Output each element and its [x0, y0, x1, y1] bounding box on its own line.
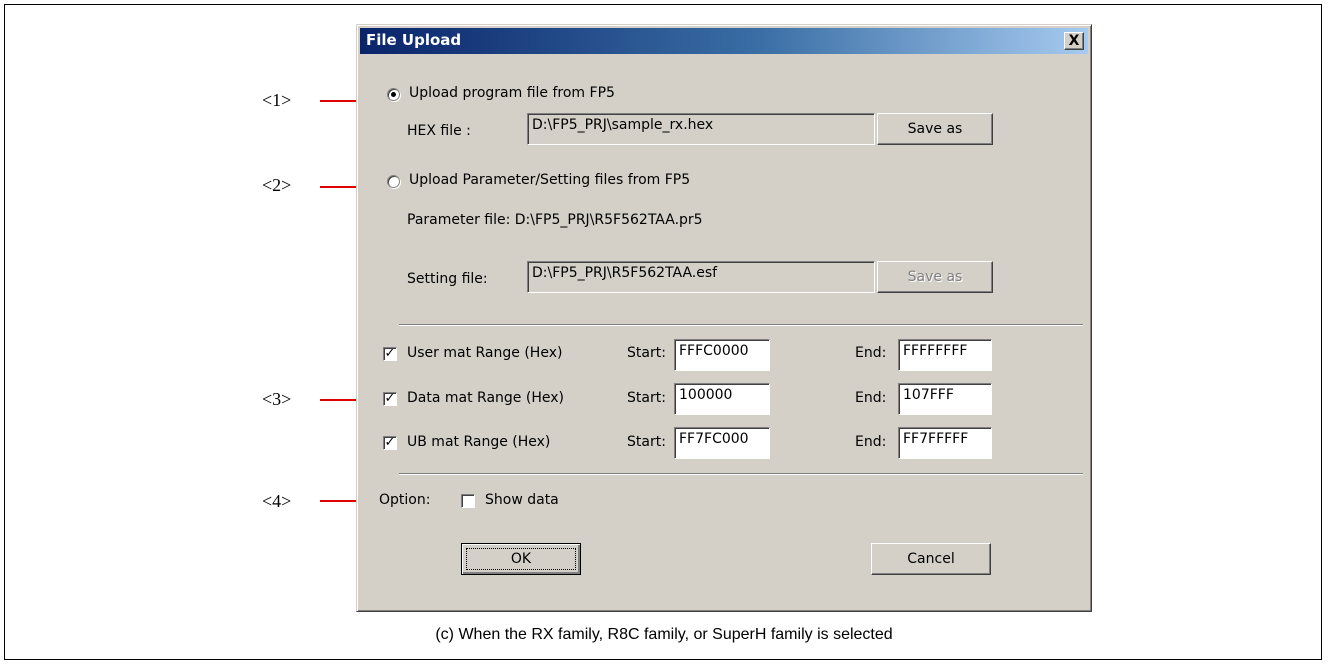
cancel-button[interactable]: Cancel [871, 543, 991, 575]
data-mat-start-label: Start: [627, 390, 666, 406]
setting-save-as-button[interactable]: Save as [877, 261, 993, 293]
ub-mat-start-label: Start: [627, 434, 666, 450]
separator-top [399, 324, 1083, 326]
user-mat-end-label: End: [855, 345, 887, 361]
ub-mat-end-label: End: [855, 434, 887, 450]
upload-params-label[interactable]: Upload Parameter/Setting files from FP5 [409, 172, 690, 188]
hex-file-field[interactable]: D:\FP5_PRJ\sample_rx.hex [527, 113, 875, 145]
setting-file-field[interactable]: D:\FP5_PRJ\R5F562TAA.esf [527, 261, 875, 293]
user-mat-end-input[interactable]: FFFFFFFF [898, 339, 992, 371]
dialog-titlebar[interactable]: File Upload X [360, 28, 1088, 54]
ok-button[interactable]: OK [461, 543, 581, 575]
ub-mat-checkbox[interactable]: ✓ [383, 436, 397, 450]
data-mat-end-input[interactable]: 107FFF [898, 383, 992, 415]
callout-2: <2> [262, 175, 292, 195]
data-mat-checkbox[interactable]: ✓ [383, 392, 397, 406]
ub-mat-end-input[interactable]: FF7FFFFF [898, 427, 992, 459]
upload-params-radio[interactable] [387, 175, 400, 188]
figure-caption: (c) When the RX family, R8C family, or S… [435, 626, 893, 643]
hex-file-label: HEX file : [407, 123, 471, 139]
ub-mat-start-input[interactable]: FF7FC000 [674, 427, 770, 459]
dialog-title: File Upload [366, 31, 462, 49]
close-icon: X [1068, 33, 1080, 49]
option-label: Option: [379, 492, 431, 508]
upload-program-label[interactable]: Upload program file from FP5 [409, 85, 615, 101]
hex-save-as-button[interactable]: Save as [877, 113, 993, 145]
show-data-checkbox[interactable] [461, 494, 475, 508]
user-mat-start-input[interactable]: FFFC0000 [674, 339, 770, 371]
setting-file-label: Setting file: [407, 271, 488, 287]
user-mat-start-label: Start: [627, 345, 666, 361]
callout-4: <4> [262, 491, 292, 511]
show-data-label[interactable]: Show data [485, 492, 559, 508]
user-mat-label[interactable]: User mat Range (Hex) [407, 345, 562, 361]
callout-1: <1> [262, 90, 292, 110]
callout-3: <3> [262, 389, 292, 409]
parameter-file-label: Parameter file: D:\FP5_PRJ\R5F562TAA.pr5 [407, 212, 703, 228]
ub-mat-label[interactable]: UB mat Range (Hex) [407, 434, 550, 450]
data-mat-label[interactable]: Data mat Range (Hex) [407, 390, 564, 406]
upload-program-radio[interactable] [387, 88, 400, 101]
user-mat-checkbox[interactable]: ✓ [383, 347, 397, 361]
data-mat-start-input[interactable]: 100000 [674, 383, 770, 415]
separator-bottom [399, 473, 1083, 475]
file-upload-dialog: File Upload X Upload program file from F… [356, 24, 1092, 612]
data-mat-end-label: End: [855, 390, 887, 406]
ok-focus-rect [466, 548, 576, 570]
close-button[interactable]: X [1064, 32, 1084, 50]
